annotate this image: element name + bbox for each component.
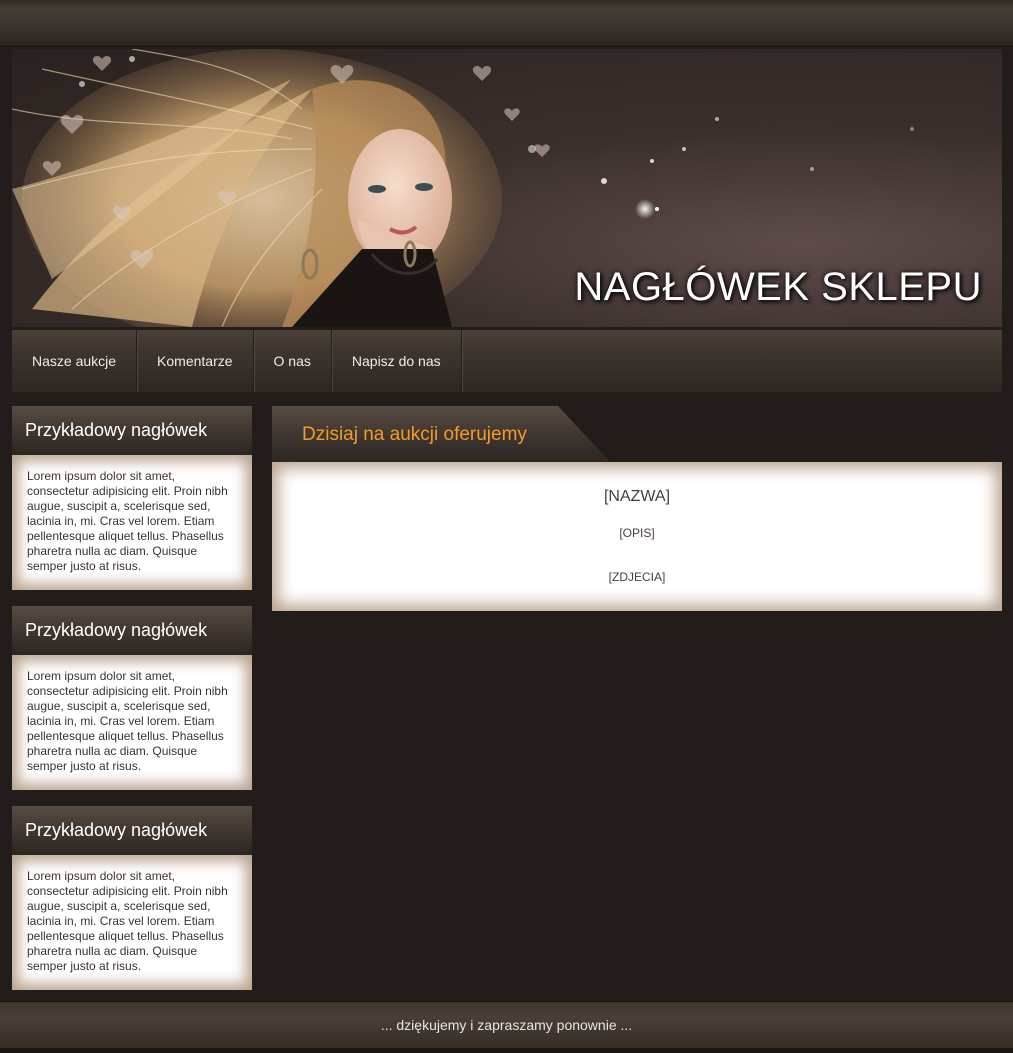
sidebar-box-heading: Przykładowy nagłówek — [12, 406, 252, 455]
footer-text: ... dziękujemy i zapraszamy ponownie ... — [380, 1017, 633, 1033]
footer: ... dziękujemy i zapraszamy ponownie ... — [0, 1001, 1013, 1048]
nav-item-napisz-do-nas[interactable]: Napisz do nas — [332, 330, 462, 392]
product-photos: [ZDJECIA] — [608, 570, 666, 584]
product-panel: [NAZWA] [OPIS] [ZDJECIA] — [272, 462, 1002, 611]
sidebar-box-text: Lorem ipsum dolor sit amet, consectetur … — [12, 655, 252, 790]
sidebar-box-heading: Przykładowy nagłówek — [12, 606, 252, 655]
sidebar-box: Przykładowy nagłówek Lorem ipsum dolor s… — [12, 806, 252, 990]
sidebar-box: Przykładowy nagłówek Lorem ipsum dolor s… — [12, 606, 252, 790]
main-tab-row: Dzisiaj na aukcji oferujemy — [272, 406, 1002, 462]
product-name: [NAZWA] — [603, 488, 671, 505]
sidebar-box-heading: Przykładowy nagłówek — [12, 806, 252, 855]
sidebar-box: Przykładowy nagłówek Lorem ipsum dolor s… — [12, 406, 252, 590]
sidebar-box-text: Lorem ipsum dolor sit amet, consectetur … — [12, 455, 252, 590]
nav-item-komentarze[interactable]: Komentarze — [137, 330, 254, 392]
main-navigation: Nasze aukcje Komentarze O nas Napisz do … — [12, 330, 1002, 392]
main-tab: Dzisiaj na aukcji oferujemy — [272, 406, 612, 462]
product-description: [OPIS] — [619, 526, 655, 540]
main-tab-label: Dzisiaj na aukcji oferujemy — [302, 424, 527, 445]
sidebar-box-text: Lorem ipsum dolor sit amet, consectetur … — [12, 855, 252, 990]
top-bar — [0, 0, 1013, 47]
nav-item-o-nas[interactable]: O nas — [254, 330, 332, 392]
header-banner: NAGŁÓWEK SKLEPU — [12, 49, 1002, 327]
nav-item-nasze-aukcje[interactable]: Nasze aukcje — [12, 330, 138, 392]
footer-bottom-strip — [0, 1048, 1013, 1053]
main-content: Dzisiaj na aukcji oferujemy [NAZWA] [OPI… — [272, 406, 1002, 611]
sidebar: Przykładowy nagłówek Lorem ipsum dolor s… — [12, 406, 252, 1006]
shop-title: NAGŁÓWEK SKLEPU — [574, 265, 982, 309]
